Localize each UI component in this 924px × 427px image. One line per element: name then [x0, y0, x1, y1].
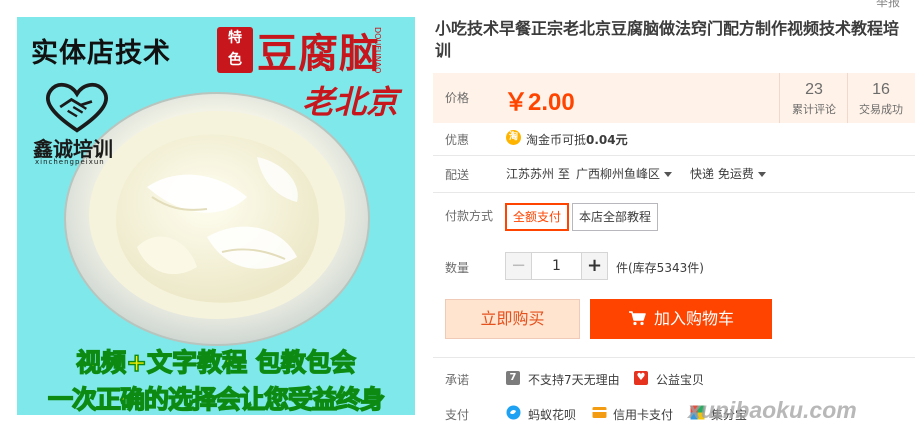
- sales-count: 16: [872, 81, 890, 98]
- discount-label: 优惠: [445, 133, 470, 147]
- cart-icon: [628, 311, 646, 326]
- huabei-icon: [506, 405, 521, 420]
- quantity-increase-button[interactable]: +: [581, 253, 607, 279]
- sales-stat: 16 交易成功: [847, 81, 915, 117]
- credit-card-icon: [592, 407, 607, 418]
- add-to-cart-button[interactable]: 加入购物车: [590, 299, 772, 339]
- delivery-destination: 广西柳州鱼峰区: [576, 167, 661, 181]
- pay-huabei: 蚂蚁花呗: [528, 408, 577, 422]
- special-badge: 特 色: [217, 27, 253, 73]
- chevron-down-icon: [664, 172, 673, 177]
- promise-label: 承诺: [445, 373, 470, 387]
- discount-text: 淘金币可抵0.04元: [526, 131, 628, 148]
- divider: [433, 192, 915, 193]
- charity-icon: ♥: [634, 371, 648, 385]
- discount-text-prefix: 淘金币可抵: [526, 133, 587, 147]
- chevron-down-icon: [757, 172, 766, 177]
- product-image[interactable]: 实体店技术 特 色 豆腐脑 DOUFUNAO 老北京 鑫诚培训 xincheng…: [17, 17, 415, 415]
- product-title: 小吃技术早餐正宗老北京豆腐脑做法窍门配方制作视频技术教程培训: [435, 19, 900, 60]
- delivery-method: 快递 免运费: [690, 167, 754, 181]
- delivery-method-dropdown[interactable]: 快递 免运费: [690, 165, 766, 182]
- quantity-stepper: − 1 +: [505, 252, 608, 280]
- image-logo-pinyin: xinchengpeixun: [35, 158, 105, 166]
- image-slogan-middle: 视频+文字教程 包教包会: [75, 347, 356, 377]
- price-panel: 价格 ￥2.00 23 累计评论 16 交易成功: [433, 73, 915, 123]
- image-slogan-bottom: 一次正确的选择会让您受益终身: [47, 384, 385, 414]
- divider: [433, 357, 915, 358]
- coin-icon: 淘: [506, 130, 521, 145]
- reviews-label: 累计评论: [792, 103, 836, 116]
- add-to-cart-label: 加入购物车: [653, 309, 734, 328]
- delivery-label: 配送: [445, 168, 470, 182]
- promise-no-return[interactable]: 不支持7天无理由: [528, 371, 620, 388]
- image-brand-pinyin: DOUFUNAO: [373, 27, 382, 74]
- pay-credit-card: 信用卡支付: [613, 408, 674, 422]
- reviews-stat[interactable]: 23 累计评论: [780, 81, 848, 117]
- promise-charity[interactable]: 公益宝贝: [656, 371, 704, 388]
- no-return-icon: 7: [506, 371, 520, 385]
- image-brand-title: 豆腐脑: [257, 30, 380, 77]
- image-slogan-top: 实体店技术: [31, 38, 171, 69]
- handshake-heart-logo-icon: [46, 82, 108, 133]
- buy-now-button[interactable]: 立即购买: [445, 299, 580, 339]
- special-badge-bottom: 色: [228, 52, 242, 68]
- delivery-from: 江苏苏州 至: [506, 167, 570, 181]
- sales-label: 交易成功: [859, 103, 903, 116]
- quantity-decrease-button[interactable]: −: [506, 253, 532, 279]
- price-label: 价格: [445, 91, 470, 105]
- payment-option-full[interactable]: 全额支付: [505, 203, 570, 231]
- price-value: ￥2.00: [504, 89, 575, 116]
- report-link[interactable]: 举报: [876, 0, 900, 10]
- reviews-count: 23: [805, 81, 823, 98]
- payment-mode-label: 付款方式: [445, 209, 494, 223]
- quantity-label: 数量: [445, 261, 470, 275]
- delivery-destination-dropdown[interactable]: 广西柳州鱼峰区: [576, 165, 673, 182]
- special-badge-top: 特: [228, 30, 242, 46]
- quantity-input[interactable]: 1: [532, 253, 581, 279]
- image-city-title: 老北京: [302, 83, 399, 121]
- divider: [433, 155, 915, 156]
- discount-amount: 0.04元: [586, 133, 628, 147]
- pay-label: 支付: [445, 408, 470, 422]
- payment-option-all-tutorials[interactable]: 本店全部教程: [572, 203, 659, 231]
- stock-text: 件(库存5343件): [616, 261, 704, 275]
- site-watermark: xunibaoku.com: [688, 397, 857, 423]
